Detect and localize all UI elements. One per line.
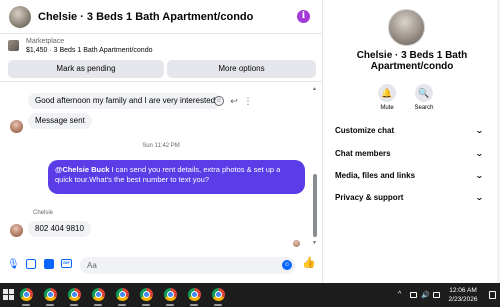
react-emoji-icon[interactable]: ☺ bbox=[214, 96, 224, 106]
message-list[interactable]: Good afternoon my family and I are very … bbox=[0, 83, 322, 251]
running-indicator bbox=[142, 304, 150, 306]
section-label: Privacy & support bbox=[335, 193, 404, 202]
section-customize-chat[interactable]: Customize chat ⌄ bbox=[335, 124, 485, 138]
running-indicator bbox=[94, 304, 102, 306]
chrome-icon[interactable] bbox=[44, 288, 57, 301]
chat-details-pane: Chelsie · 3 Beds 1 Bath Apartment/condo … bbox=[322, 0, 500, 283]
chrome-icon[interactable] bbox=[188, 288, 201, 301]
contact-avatar[interactable] bbox=[10, 224, 23, 237]
volume-icon[interactable]: 🔊 bbox=[421, 291, 430, 299]
info-icon[interactable]: i bbox=[297, 10, 310, 23]
more-vertical-icon[interactable]: ⋮ bbox=[243, 96, 253, 106]
section-media-files-links[interactable]: Media, files and links ⌄ bbox=[335, 169, 485, 183]
chevron-down-icon: ⌄ bbox=[475, 193, 485, 202]
mark-as-pending-button[interactable]: Mark as pending bbox=[8, 60, 164, 78]
gif-icon[interactable]: GIF bbox=[61, 259, 72, 268]
section-privacy-support[interactable]: Privacy & support ⌄ bbox=[335, 191, 485, 205]
section-label: Chat members bbox=[335, 149, 391, 158]
tray-overflow-icon[interactable]: ^ bbox=[398, 291, 401, 298]
reply-icon[interactable]: ↩ bbox=[229, 96, 239, 106]
chevron-down-icon: ⌄ bbox=[475, 126, 485, 135]
running-indicator bbox=[166, 304, 174, 306]
contact-avatar[interactable] bbox=[10, 120, 23, 133]
search-icon[interactable]: 🔍 bbox=[415, 84, 433, 102]
incoming-message[interactable]: 802 404 9810 bbox=[28, 221, 91, 237]
mute-label: Mute bbox=[380, 105, 394, 111]
marketplace-listing: Marketplace $1,450 · 3 Beds 1 Bath Apart… bbox=[0, 35, 322, 82]
outgoing-message[interactable]: @Chelsie Buck I can send you rent detail… bbox=[48, 160, 305, 194]
chat-avatar[interactable] bbox=[9, 5, 31, 28]
running-indicator bbox=[46, 304, 54, 306]
chat-header: Chelsie · 3 Beds 1 Bath Apartment/condo … bbox=[0, 0, 322, 34]
bell-icon[interactable]: 🔔 bbox=[378, 84, 396, 102]
notification-icon[interactable] bbox=[489, 291, 496, 299]
clock-time: 12:06 AM bbox=[449, 287, 477, 294]
scroll-down-arrow-icon[interactable]: ▼ bbox=[312, 240, 317, 246]
listing-description[interactable]: $1,450 · 3 Beds 1 Bath Apartment/condo bbox=[26, 47, 152, 54]
chrome-icon[interactable] bbox=[212, 288, 225, 301]
running-indicator bbox=[214, 304, 222, 306]
running-indicator bbox=[190, 304, 198, 306]
system-clock[interactable]: 12:06 AM 2/23/2026 bbox=[443, 286, 483, 304]
scroll-up-arrow-icon[interactable]: ▲ bbox=[312, 86, 317, 92]
chrome-icon[interactable] bbox=[92, 288, 105, 301]
running-indicator bbox=[70, 304, 78, 306]
chat-pane: Chelsie · 3 Beds 1 Bath Apartment/condo … bbox=[0, 0, 322, 283]
mention[interactable]: @Chelsie Buck bbox=[55, 165, 109, 174]
section-label: Customize chat bbox=[335, 126, 395, 135]
mic-icon[interactable]: 🎙 bbox=[7, 259, 20, 270]
chat-title[interactable]: Chelsie · 3 Beds 1 Bath Apartment/condo bbox=[38, 11, 253, 23]
running-indicator bbox=[118, 304, 126, 306]
chrome-icon[interactable] bbox=[140, 288, 153, 301]
sender-name: Chelsie bbox=[33, 210, 54, 216]
battery-icon[interactable] bbox=[433, 292, 440, 298]
message-timestamp: Sun 11:42 PM bbox=[142, 143, 180, 149]
emoji-icon[interactable]: ☺ bbox=[282, 260, 292, 270]
profile-name-line2: Apartment/condo bbox=[370, 61, 454, 72]
listing-kicker: Marketplace bbox=[26, 38, 65, 45]
sticker-icon[interactable] bbox=[44, 259, 54, 269]
section-chat-members[interactable]: Chat members ⌄ bbox=[335, 147, 485, 161]
section-label: Media, files and links bbox=[335, 171, 416, 180]
message-input[interactable]: Aa bbox=[80, 257, 295, 274]
chrome-icon[interactable] bbox=[68, 288, 81, 301]
more-options-button[interactable]: More options bbox=[167, 60, 316, 78]
search-label: Search bbox=[414, 105, 434, 111]
clock-date: 2/23/2026 bbox=[448, 296, 478, 303]
message-composer: 🎙 GIF Aa ☺ 👍 bbox=[0, 252, 322, 278]
scrollbar-thumb[interactable] bbox=[313, 174, 317, 237]
start-icon[interactable] bbox=[3, 289, 15, 301]
incoming-message[interactable]: Good afternoon my family and I are very … bbox=[28, 93, 223, 109]
image-icon[interactable] bbox=[26, 259, 36, 269]
chrome-icon[interactable] bbox=[116, 288, 129, 301]
running-indicator bbox=[22, 304, 30, 306]
chrome-icon[interactable] bbox=[164, 288, 177, 301]
chrome-icon[interactable] bbox=[20, 288, 33, 301]
chevron-down-icon: ⌄ bbox=[475, 149, 485, 158]
profile-name-line1: Chelsie · 3 Beds 1 Bath bbox=[356, 50, 468, 61]
profile-name: Chelsie · 3 Beds 1 Bath Apartment/condo bbox=[323, 50, 500, 72]
listing-thumbnail[interactable] bbox=[8, 40, 19, 51]
network-icon[interactable] bbox=[410, 292, 417, 298]
chevron-down-icon: ⌄ bbox=[475, 171, 485, 180]
profile-picture[interactable] bbox=[388, 9, 425, 46]
taskbar: ^ 🔊 12:06 AM 2/23/2026 bbox=[0, 283, 500, 307]
read-receipt-avatar bbox=[293, 240, 300, 247]
incoming-message[interactable]: Message sent bbox=[28, 113, 92, 129]
thumbs-up-icon[interactable]: 👍 bbox=[302, 258, 316, 269]
